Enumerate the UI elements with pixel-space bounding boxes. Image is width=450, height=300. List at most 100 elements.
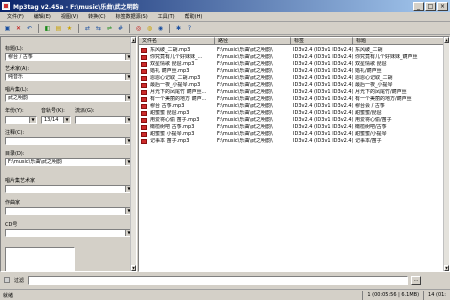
mp3-file-icon <box>141 68 147 74</box>
file-row[interactable]: 橄榄树吧 古筝.mp3 F:\music\乐曲\武之明韵\ ID3v2.4 (ID3… <box>139 124 445 130</box>
menu-file[interactable]: 文件(F) <box>2 13 29 20</box>
column-header-title[interactable]: 标题 <box>353 37 445 45</box>
delete-icon[interactable]: ✕ <box>14 24 23 33</box>
mp3-file-icon <box>141 131 147 137</box>
track-field[interactable]: 13/14 ▼ <box>41 116 71 124</box>
menu-edit[interactable]: 编辑(E) <box>29 13 56 20</box>
artist-field[interactable]: 纯音乐 ▼ <box>5 73 133 81</box>
file-name-cell: 用爱将心偷 笛子.mp3 <box>139 117 215 123</box>
directory-field[interactable]: F:\music\乐曲\武之明韵 ▼ <box>5 158 133 166</box>
scroll-down-icon[interactable]: ▼ <box>131 265 136 271</box>
mp3-file-icon <box>141 96 147 102</box>
title-field[interactable]: 穆台 / 古筝 ▼ <box>5 53 133 61</box>
file-row[interactable]: 记事本 笛子.mp3 F:\music\乐曲\武之明韵\ ID3v2.4 (ID3v… <box>139 138 445 144</box>
app-icon <box>2 2 10 10</box>
column-header-filename[interactable]: 文件名 <box>139 37 215 45</box>
file-row[interactable]: 甜蜜蜜 琵琶.mp3 F:\music\乐曲\武之明韵\ ID3v2.4 (ID3v… <box>139 110 445 116</box>
file-tag-cell: ID3v2.4 (ID3v1 ID3v2.4) <box>293 75 353 81</box>
close-button[interactable]: × <box>437 1 448 11</box>
tag-to-tag-icon[interactable]: ⇌ <box>105 24 114 33</box>
mp3-file-icon <box>141 75 147 81</box>
maximize-button[interactable]: □ <box>425 1 436 11</box>
toolbar: ▣ ✕ ↶ ◧ ▤ ★ ⇄ ⇆ ⇌ # ◎ ◍ ◉ ✱? <box>0 22 450 35</box>
menu-tools[interactable]: 工具(T) <box>153 13 180 20</box>
mp3-file-icon <box>141 117 147 123</box>
composer-field[interactable]: ▼ <box>5 207 133 215</box>
year-field[interactable]: ▼ <box>5 116 37 124</box>
filter-icon <box>4 277 10 283</box>
column-header-tag[interactable]: 标签 <box>291 37 353 45</box>
comment-field[interactable]: ▼ <box>5 137 133 145</box>
left-scrollbar[interactable]: ▲ ▼ <box>130 37 136 271</box>
discogs-icon[interactable]: ◉ <box>156 24 165 33</box>
file-name-text: 穆台 古筝.mp3 <box>150 103 185 109</box>
settings-icon[interactable]: ✱ <box>174 24 183 33</box>
album-artist-field[interactable]: ▼ <box>5 185 133 193</box>
file-name-cell: 恩恩心记取_二胡.mp3 <box>139 75 215 81</box>
mp3-file-icon <box>141 103 147 109</box>
file-path-cell: F:\music\乐曲\武之明韵\ <box>217 110 273 116</box>
file-title-cell: 橄榄树吧/古筝 <box>355 124 387 130</box>
file-path-cell: F:\music\乐曲\武之明韵\ <box>217 54 273 60</box>
freedb-icon[interactable]: ◎ <box>134 24 143 33</box>
filter-options-button[interactable]: … <box>411 275 422 285</box>
menu-convert[interactable]: 转换(C) <box>83 13 110 20</box>
add-directory-icon[interactable]: ▤ <box>54 24 63 33</box>
file-row[interactable]: 穆台 古筝.mp3 F:\music\乐曲\武之明韵\ ID3v2.4 (ID3v1… <box>139 103 445 109</box>
minimize-button[interactable]: _ <box>413 1 424 11</box>
file-name-cell: 橄榄树吧 古筝.mp3 <box>139 124 215 130</box>
mp3-file-icon <box>141 124 147 130</box>
genre-field[interactable]: ▼ <box>75 116 133 124</box>
amazon-icon[interactable]: ◍ <box>145 24 154 33</box>
composer-label: 作曲家 <box>5 200 21 206</box>
file-title-cell: 月光下的凤尾竹/葫芦丝 <box>355 89 407 95</box>
file-title-cell: 东风破_二胡 <box>355 47 383 53</box>
chevron-down-icon[interactable]: ▼ <box>63 117 70 123</box>
file-name-text: 记事本 笛子.mp3 <box>150 138 190 144</box>
file-row[interactable]: 双星情歌 琵琶.mp3 F:\music\乐曲\武之明韵\ ID3v2.4 (ID3… <box>139 61 445 67</box>
cd-field[interactable]: ▼ <box>5 229 133 237</box>
filter-label: 过滤 <box>14 277 25 284</box>
status-total: 14 (01: <box>423 290 450 300</box>
file-row[interactable]: 用爱将心偷 笛子.mp3 F:\music\乐曲\武之明韵\ ID3v2.4 (ID… <box>139 117 445 123</box>
album-field[interactable]: 武之明韵 ▼ <box>5 94 133 102</box>
scroll-down-icon[interactable]: ▼ <box>444 265 449 271</box>
tag-to-filename-icon[interactable]: ⇄ <box>83 24 92 33</box>
file-row[interactable]: 月光下的凤尾竹 葫芦丝... F:\music\乐曲\武之明韵\ ID3v2.4 (… <box>139 89 445 95</box>
save-icon[interactable]: ▣ <box>3 24 12 33</box>
cover-art-box[interactable] <box>5 247 75 271</box>
scroll-up-icon[interactable]: ▲ <box>444 37 449 43</box>
file-row[interactable]: 东风破_二胡.mp3 F:\music\乐曲\武之明韵\ ID3v2.4 (ID3v… <box>139 47 445 53</box>
file-row[interactable]: 甜蜜蜜 小提琴.mp3 F:\music\乐曲\武之明韵\ ID3v2.4 (ID3… <box>139 131 445 137</box>
file-name-cell: 你究竟有几个好妹妹_... <box>139 54 215 60</box>
file-name-cell: 穆台 古筝.mp3 <box>139 103 215 109</box>
menu-tag-sources[interactable]: 标签数据源(S) <box>111 13 153 20</box>
auto-numbering-icon[interactable]: # <box>116 24 125 33</box>
menu-help[interactable]: 帮助(H) <box>180 13 208 20</box>
file-row[interactable]: 恩恩心记取_二胡.mp3 F:\music\乐曲\武之明韵\ ID3v2.4 (ID… <box>139 75 445 81</box>
file-row[interactable]: 有一个美丽的地方 葫芦... F:\music\乐曲\武之明韵\ ID3v2.4 (… <box>139 96 445 102</box>
change-directory-icon[interactable]: ◧ <box>43 24 52 33</box>
toolbar-separator <box>169 23 170 33</box>
toolbar-separator <box>129 23 130 33</box>
scroll-up-icon[interactable]: ▲ <box>131 37 136 43</box>
file-title-cell: 双星情歌 琵琶 <box>355 61 387 67</box>
filter-bar: 过滤 … <box>0 272 450 288</box>
filter-input[interactable] <box>28 275 409 285</box>
file-name-text: 甜蜜蜜 琵琶.mp3 <box>150 110 190 116</box>
title-bar: Mp3tag v2.45a - F:\music\乐曲\武之明韵 _ □ × <box>0 0 450 12</box>
chevron-down-icon[interactable]: ▼ <box>29 117 36 123</box>
undo-icon[interactable]: ↶ <box>25 24 34 33</box>
file-tag-cell: ID3v2.4 (ID3v1 ID3v2.4) <box>293 117 353 123</box>
favorites-icon[interactable]: ★ <box>65 24 74 33</box>
help-icon[interactable]: ? <box>185 24 194 33</box>
file-path-cell: F:\music\乐曲\武之明韵\ <box>217 96 273 102</box>
menu-view[interactable]: 视图(V) <box>56 13 83 20</box>
file-row[interactable]: 最后一夜_小提琴.mp3 F:\music\乐曲\武之明韵\ ID3v2.4 (ID… <box>139 82 445 88</box>
filename-to-tag-icon[interactable]: ⇆ <box>94 24 103 33</box>
column-header-path[interactable]: 路径 <box>215 37 291 45</box>
file-row[interactable]: 婚礼 葫芦丝.mp3 F:\music\乐曲\武之明韵\ ID3v2.4 (ID3v… <box>139 68 445 74</box>
file-tag-cell: ID3v2.4 (ID3v1 ID3v2.4) <box>293 110 353 116</box>
mp3-file-icon <box>141 54 147 60</box>
file-row[interactable]: 你究竟有几个好妹妹_... F:\music\乐曲\武之明韵\ ID3v2.4 (I… <box>139 54 445 60</box>
